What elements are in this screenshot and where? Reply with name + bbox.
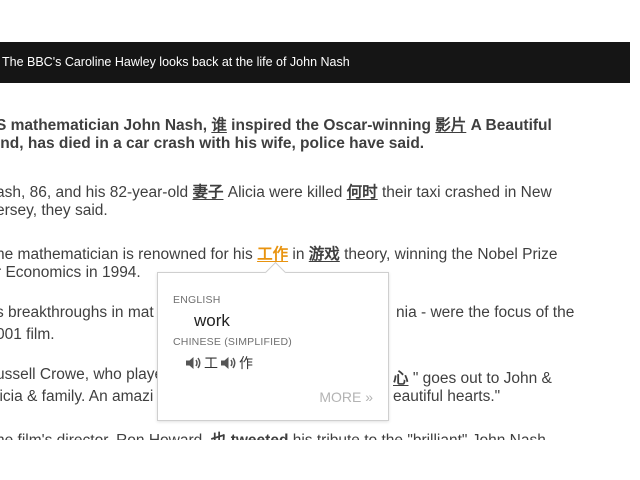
- translation-char: 工: [204, 355, 218, 371]
- tweeted-link[interactable]: tweeted: [231, 432, 289, 440]
- paragraph-line: ussell Crowe, who playe: [0, 366, 164, 383]
- vocab-word[interactable]: 游戏: [309, 246, 340, 263]
- vocab-word[interactable]: 何时: [347, 184, 378, 201]
- paragraph-line: r Economics in 1994.: [0, 264, 141, 281]
- vocab-word[interactable]: 心: [393, 370, 409, 387]
- vocab-word[interactable]: 也: [211, 432, 227, 440]
- lead-line-2: ind, has died in a car crash with his wi…: [0, 135, 425, 152]
- paragraph-line: 心 " goes out to John &: [393, 370, 552, 387]
- paragraph-line: licia & family. An amazi: [0, 388, 154, 405]
- vocab-word-selected[interactable]: 工作: [257, 246, 288, 263]
- paragraph-line: he film's director, Ron Howard, 也 tweete…: [0, 428, 550, 440]
- lead-line-1: S mathematician John Nash, 谁 inspired th…: [0, 117, 552, 134]
- paragraph-line: ash, 86, and his 82-year-old 妻子 Alicia w…: [0, 184, 552, 201]
- paragraph-line: 001 film.: [0, 326, 55, 343]
- paragraph-line: ersey, they said.: [0, 202, 108, 219]
- vocab-word[interactable]: 影片: [435, 117, 466, 134]
- more-link[interactable]: MORE »: [319, 389, 373, 405]
- translation-popup: ENGLISH work CHINESE (SIMPLIFIED) 工 作 MO…: [157, 261, 389, 421]
- translation-char: 作: [239, 355, 253, 371]
- vocab-word[interactable]: 谁: [211, 117, 227, 134]
- speaker-icon[interactable]: [185, 355, 203, 371]
- target-language-label: CHINESE (SIMPLIFIED): [173, 336, 292, 348]
- source-word: work: [194, 311, 230, 330]
- source-language-label: ENGLISH: [173, 294, 221, 306]
- paragraph-line: ne mathematician is renowned for his 工作 …: [0, 246, 558, 263]
- speaker-icon[interactable]: [220, 355, 238, 371]
- vocab-word[interactable]: 妻子: [192, 184, 223, 201]
- paragraph-line: eautiful hearts.": [393, 388, 501, 405]
- paragraph-line: s breakthroughs in mat: [0, 304, 154, 321]
- paragraph-line: nia - were the focus of the: [396, 304, 575, 321]
- translation-characters: 工 作: [185, 353, 253, 373]
